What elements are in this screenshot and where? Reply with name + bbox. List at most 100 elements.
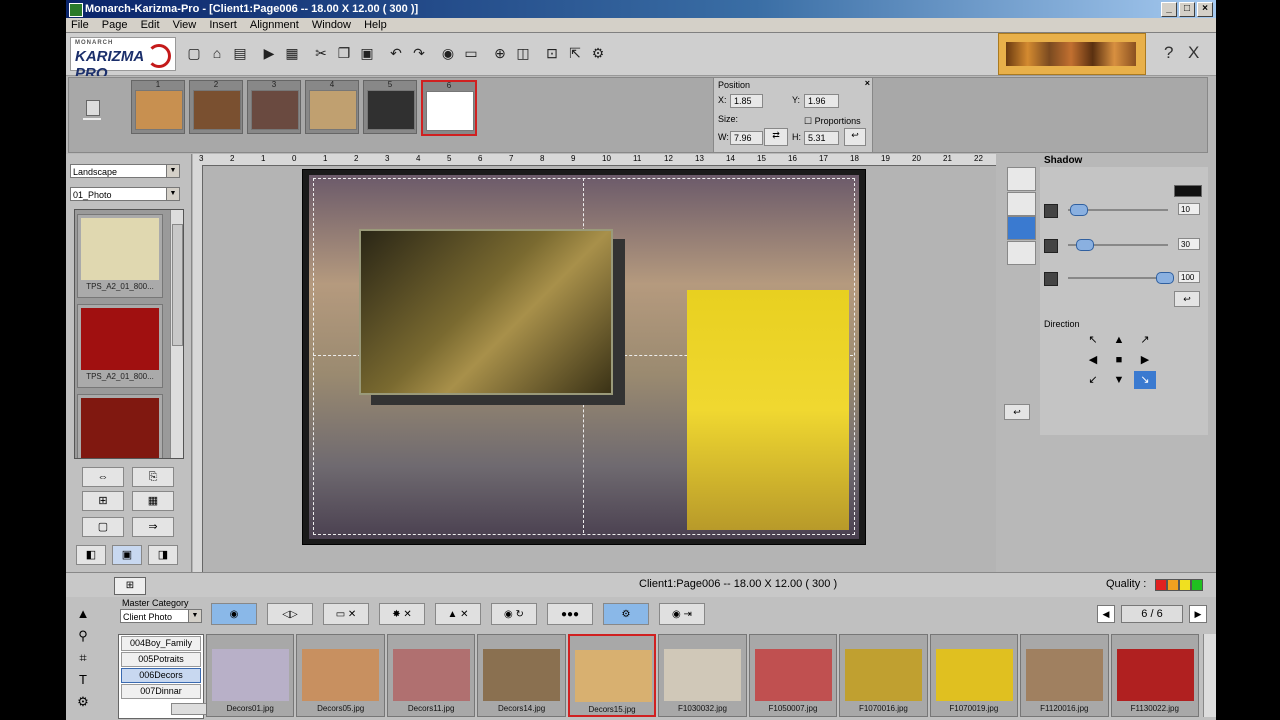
opacity-slider-track[interactable] [1068, 277, 1168, 279]
album-page[interactable] [302, 169, 866, 545]
image-thumbnail[interactable]: F1070019.jpg [929, 634, 1019, 717]
page-thumbnail[interactable]: 3 [247, 80, 301, 134]
adjust-button[interactable]: ⚙ [603, 603, 649, 625]
undo-icon[interactable]: ↶ [386, 43, 406, 63]
mirror-button[interactable]: ◁▷ [267, 603, 313, 625]
template-item[interactable]: TPS_A2_01_800... [77, 214, 163, 298]
shadow-apply-button[interactable]: ↩ [1174, 291, 1200, 307]
redo-icon[interactable]: ↷ [409, 43, 429, 63]
prev-page-button[interactable]: ◀ [1097, 605, 1115, 623]
frame-button[interactable]: ▭ ✕ [323, 603, 369, 625]
align-center-icon[interactable]: ⊕ [490, 43, 510, 63]
direction-arrow-2[interactable]: ↗ [1134, 331, 1156, 349]
image-thumbnail[interactable]: F1070016.jpg [839, 634, 928, 717]
image-strip-scrollbar[interactable] [1203, 634, 1216, 717]
user-settings-icon[interactable]: ⚙ [588, 43, 608, 63]
menu-file[interactable]: File [66, 18, 94, 32]
menu-edit[interactable]: Edit [136, 18, 165, 32]
help-icon[interactable]: ? [1164, 43, 1173, 63]
search-icon[interactable]: ⚲ [72, 625, 94, 647]
layout-center-button[interactable]: ▣ [112, 545, 142, 565]
subcategory-item[interactable]: 007Dinnar [121, 684, 201, 699]
image-thumbnail[interactable]: Decors15.jpg [567, 634, 657, 717]
menu-help[interactable]: Help [359, 18, 392, 32]
shadow-color-swatch[interactable] [1174, 185, 1202, 197]
effect-tab-2[interactable] [1007, 192, 1036, 216]
template-scrollbar[interactable] [170, 210, 183, 458]
image-thumbnail[interactable]: F1050007.jpg [748, 634, 838, 717]
image-thumbnail[interactable]: Decors01.jpg [206, 634, 295, 717]
swap-size-button[interactable]: ⇄ [764, 128, 788, 146]
direction-arrow-0[interactable]: ↖ [1082, 331, 1104, 349]
template-tool-1[interactable]: ⇔ [82, 467, 124, 487]
direction-arrow-4[interactable]: ■ [1108, 351, 1130, 369]
open-folder-icon[interactable]: ⌂ [207, 43, 227, 63]
template-category-select[interactable]: 01_Photo ▼ [70, 187, 180, 201]
shadow-reset-button[interactable]: ↩ [1004, 404, 1030, 420]
layout-right-button[interactable]: ◨ [148, 545, 178, 565]
direction-arrow-7[interactable]: ▼ [1108, 371, 1130, 389]
template-item[interactable] [77, 394, 163, 458]
close-window-button[interactable]: × [1197, 2, 1213, 17]
import-button[interactable]: ◉ ⇥ [659, 603, 705, 625]
menu-window[interactable]: Window [307, 18, 356, 32]
subcategory-list[interactable]: 004Boy_Family 005Potraits 006Decors 007Dinn… [118, 634, 257, 719]
page-thumbnail[interactable]: 6 [421, 80, 477, 136]
menu-page[interactable]: Page [97, 18, 133, 32]
page-thumbnail[interactable]: 1 [131, 80, 185, 134]
close-icon[interactable]: × [865, 78, 870, 88]
template-item[interactable]: TPS_A2_01_800... [77, 304, 163, 388]
export-icon[interactable]: ⇱ [565, 43, 585, 63]
template-tool-6[interactable]: ⇒ [132, 517, 174, 537]
lock-icon[interactable]: ⊡ [542, 43, 562, 63]
page-nav[interactable] [83, 96, 103, 132]
starburst-button[interactable]: ✸ ✕ [379, 603, 425, 625]
y-field[interactable]: 1.96 [804, 94, 839, 108]
frame-tool-icon[interactable]: ⊞ [114, 577, 146, 595]
direction-arrow-5[interactable]: ▶ [1134, 351, 1156, 369]
menu-view[interactable]: View [168, 18, 202, 32]
color-circles-button[interactable]: ●●● [547, 603, 593, 625]
close-icon[interactable]: X [1188, 43, 1199, 63]
page-thumbnail[interactable]: 2 [189, 80, 243, 134]
copy-icon[interactable]: ❐ [334, 43, 354, 63]
apply-size-button[interactable]: ↩ [844, 128, 866, 146]
template-tool-4[interactable]: ▦ [132, 491, 174, 511]
image-thumbnail[interactable]: F1130022.jpg [1110, 634, 1199, 717]
template-tool-5[interactable]: ▢ [82, 517, 124, 537]
mountain-icon[interactable]: ▲ [72, 603, 94, 625]
rotate-photo-button[interactable]: ◉ ↻ [491, 603, 537, 625]
save-icon[interactable]: ▤ [230, 43, 250, 63]
menu-alignment[interactable]: Alignment [245, 18, 304, 32]
image-thumbnail[interactable]: Decors05.jpg [296, 634, 385, 717]
blur-slider-thumb[interactable] [1076, 239, 1094, 251]
photo-frame-couple-2[interactable] [687, 290, 849, 530]
effects-icon[interactable]: ⚙ [72, 691, 94, 713]
crop-icon[interactable]: ⌗ [72, 647, 94, 669]
x-field[interactable]: 1.85 [730, 94, 763, 108]
direction-arrow-1[interactable]: ▲ [1108, 331, 1130, 349]
maximize-button[interactable]: □ [1179, 2, 1195, 17]
template-list[interactable]: TPS_A2_01_800... TPS_A2_01_800... [74, 209, 184, 459]
layout-left-button[interactable]: ◧ [76, 545, 106, 565]
photo-frame-couple-1[interactable] [359, 229, 613, 395]
master-category-select[interactable]: Client Photo ▼ [120, 609, 202, 623]
cut-icon[interactable]: ✂ [311, 43, 331, 63]
subcategory-item[interactable]: 004Boy_Family [121, 636, 201, 651]
distance-value[interactable]: 10 [1178, 203, 1200, 215]
minimize-button[interactable]: _ [1161, 2, 1177, 17]
columns-icon[interactable]: ◫ [513, 43, 533, 63]
direction-arrow-6[interactable]: ↙ [1082, 371, 1104, 389]
text-icon[interactable]: T [72, 669, 94, 691]
image-thumbnail[interactable]: F1030032.jpg [658, 634, 747, 717]
monitor-icon[interactable]: ▭ [461, 43, 481, 63]
photo-mode-button[interactable]: ◉ [211, 603, 257, 625]
distance-slider-thumb[interactable] [1070, 204, 1088, 216]
image-thumbnail[interactable]: Decors14.jpg [477, 634, 566, 717]
effect-tab-4[interactable] [1007, 241, 1036, 265]
subcategory-item[interactable]: 005Potraits [121, 652, 201, 667]
play-icon[interactable]: ▶ [259, 43, 279, 63]
subcategory-item[interactable]: 006Decors [121, 668, 201, 683]
opacity-slider-thumb[interactable] [1156, 272, 1174, 284]
page-thumbnail[interactable]: 4 [305, 80, 359, 134]
